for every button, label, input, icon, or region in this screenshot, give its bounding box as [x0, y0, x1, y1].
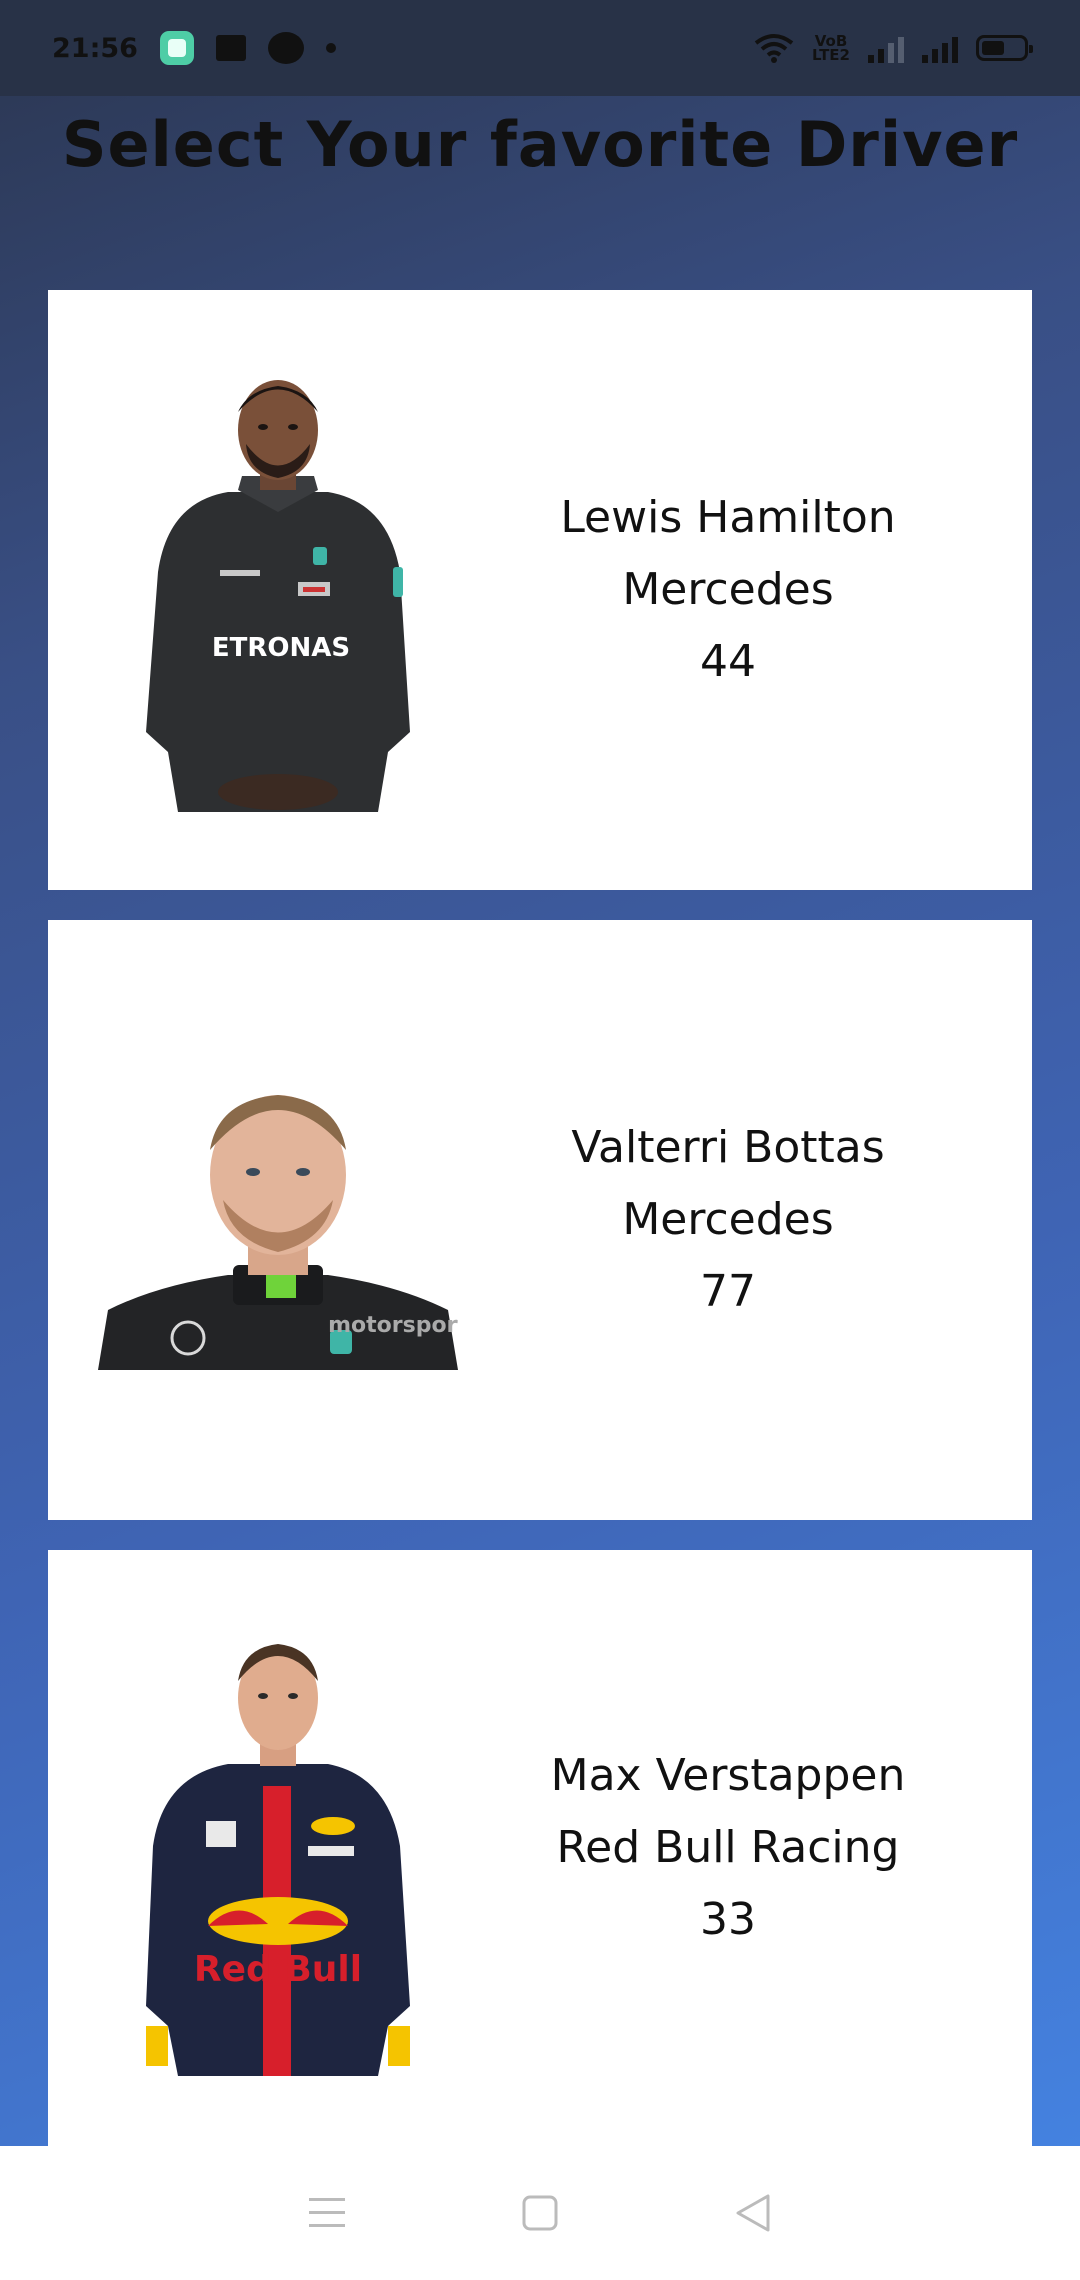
- status-left: 21:56: [52, 31, 336, 65]
- back-triangle-icon: [736, 2194, 770, 2232]
- driver-photo: ETRONAS: [146, 380, 410, 812]
- svg-text:ETRONAS: ETRONAS: [212, 633, 350, 663]
- signal-icon: [868, 33, 904, 63]
- svg-text:Red Bull: Red Bull: [194, 1949, 362, 1990]
- driver-card-hamilton[interactable]: ETRONAS Lewis Hamilton Mercedes 44: [48, 290, 1032, 890]
- battery-icon: [976, 35, 1033, 61]
- driver-name: Valterri Bottas: [571, 1122, 885, 1173]
- driver-name: Lewis Hamilton: [560, 492, 896, 543]
- film-icon: [215, 35, 246, 61]
- volte-label-bottom: LTE2: [812, 46, 850, 64]
- driver-team: Mercedes: [622, 564, 834, 615]
- driver-info: Max Verstappen Red Bull Racing 33: [488, 1550, 968, 2146]
- dot-icon: [325, 43, 336, 53]
- driver-number: 44: [700, 636, 756, 687]
- chat-icon: [267, 32, 304, 64]
- status-time: 21:56: [52, 32, 138, 64]
- driver-photo: motorsport: [98, 1095, 458, 1370]
- menu-icon: [308, 2198, 345, 2227]
- home-button[interactable]: [510, 2183, 570, 2243]
- wifi-icon: [754, 34, 794, 63]
- driver-name: Max Verstappen: [550, 1750, 906, 1801]
- app-notification-icon: [159, 31, 194, 65]
- driver-info: Lewis Hamilton Mercedes 44: [488, 290, 968, 890]
- svg-text:motorsport: motorsport: [328, 1313, 458, 1338]
- menu-button[interactable]: [297, 2183, 357, 2243]
- driver-photo: Red Bull: [146, 1644, 410, 2076]
- driver-card-bottas[interactable]: motorsport Valterri Bottas Mercedes 77: [48, 920, 1032, 1520]
- volte-icon: VoB LTE2: [812, 34, 850, 64]
- signal-icon: [922, 33, 958, 63]
- page-title: Select Your favorite Driver: [61, 108, 1019, 181]
- back-button[interactable]: [723, 2183, 783, 2243]
- driver-number: 77: [700, 1266, 756, 1317]
- driver-team: Red Bull Racing: [556, 1822, 900, 1873]
- home-square-icon: [522, 2195, 558, 2231]
- driver-info: Valterri Bottas Mercedes 77: [488, 920, 968, 1520]
- driver-number: 33: [700, 1894, 756, 1945]
- driver-team: Mercedes: [622, 1194, 834, 1245]
- driver-card-verstappen[interactable]: Red Bull Max Verstappen Red Bull Racing …: [48, 1550, 1032, 2146]
- status-bar: 21:56 VoB LTE2: [0, 0, 1080, 96]
- navigation-bar: [0, 2146, 1080, 2280]
- status-right: VoB LTE2: [754, 33, 1033, 64]
